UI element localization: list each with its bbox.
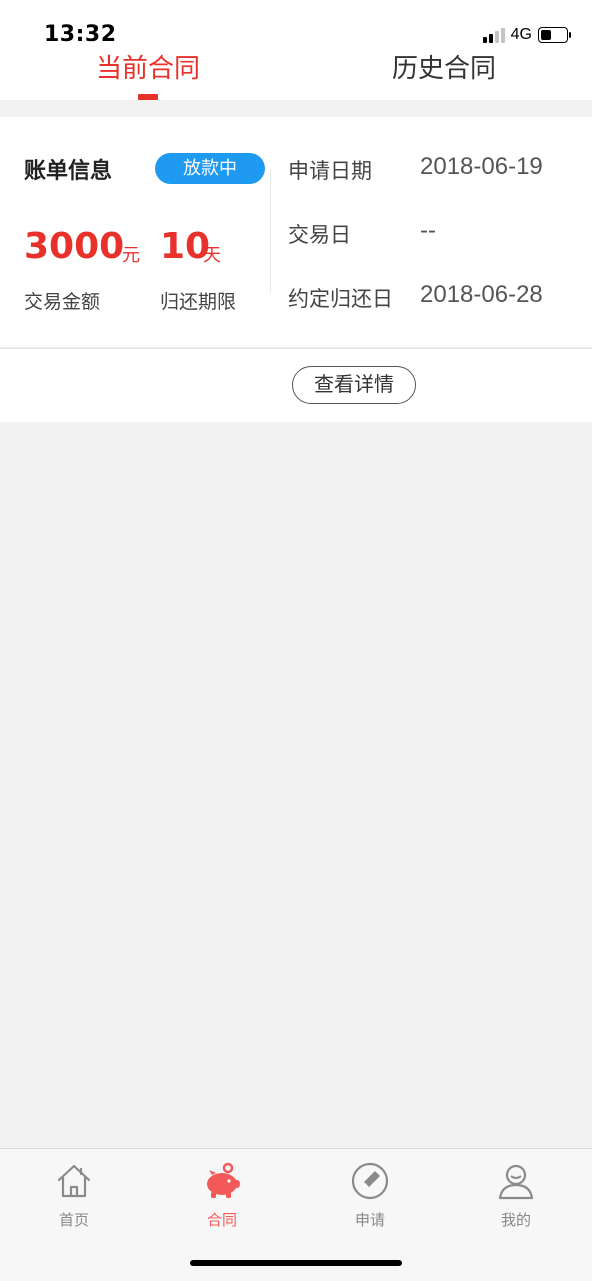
due-date-label: 约定归还日 — [288, 287, 393, 311]
bill-card: 账单信息 放款中 3000 元 10 天 交易金额 归还期限 申请日期 2018… — [0, 117, 592, 347]
battery-icon — [538, 27, 571, 43]
pencil-circle-icon — [351, 1162, 389, 1200]
signal-icon — [482, 27, 505, 43]
term-unit: 天 — [203, 245, 221, 266]
nav-item-apply[interactable]: 申请 — [320, 1161, 420, 1230]
status-indicators: 4G — [482, 26, 571, 44]
nav-label-apply: 申请 — [354, 1211, 385, 1229]
card-divider — [270, 169, 271, 293]
piggy-bank-icon — [207, 1162, 240, 1198]
nav-label-mine: 我的 — [500, 1211, 531, 1229]
battery-level — [541, 30, 551, 40]
nav-label-home: 首页 — [58, 1211, 89, 1229]
home-indicator — [190, 1260, 402, 1266]
trade-date-label: 交易日 — [288, 223, 351, 247]
status-badge: 放款中 — [155, 153, 265, 184]
amount-label: 交易金额 — [24, 291, 101, 313]
nav-item-mine[interactable]: 我的 — [466, 1161, 566, 1230]
active-tab-indicator — [138, 94, 158, 100]
house-icon — [57, 1164, 91, 1198]
tab-current-contract[interactable]: 当前合同 — [0, 48, 296, 85]
tab-history-contract[interactable]: 历史合同 — [296, 48, 592, 85]
amount-value: 3000 — [24, 226, 125, 267]
apply-date-label: 申请日期 — [288, 159, 372, 183]
nav-label-contract: 合同 — [206, 1211, 237, 1229]
bill-title: 账单信息 — [24, 159, 113, 184]
network-type: 4G — [510, 26, 532, 43]
detail-bar: 查看详情 — [0, 348, 592, 422]
header: 13:32 4G 当前合同 历史合同 — [0, 0, 592, 100]
nav-item-home[interactable]: 首页 — [24, 1161, 124, 1230]
nav-item-contract[interactable]: 合同 — [172, 1161, 272, 1230]
view-details-button[interactable]: 查看详情 — [292, 366, 416, 404]
status-time: 13:32 — [44, 22, 117, 47]
due-date-value: 2018-06-28 — [420, 281, 543, 308]
apply-date-value: 2018-06-19 — [420, 153, 543, 180]
term-label: 归还期限 — [160, 291, 237, 313]
amount-unit: 元 — [122, 245, 140, 266]
trade-date-value: -- — [420, 217, 436, 244]
user-icon — [498, 1164, 534, 1200]
